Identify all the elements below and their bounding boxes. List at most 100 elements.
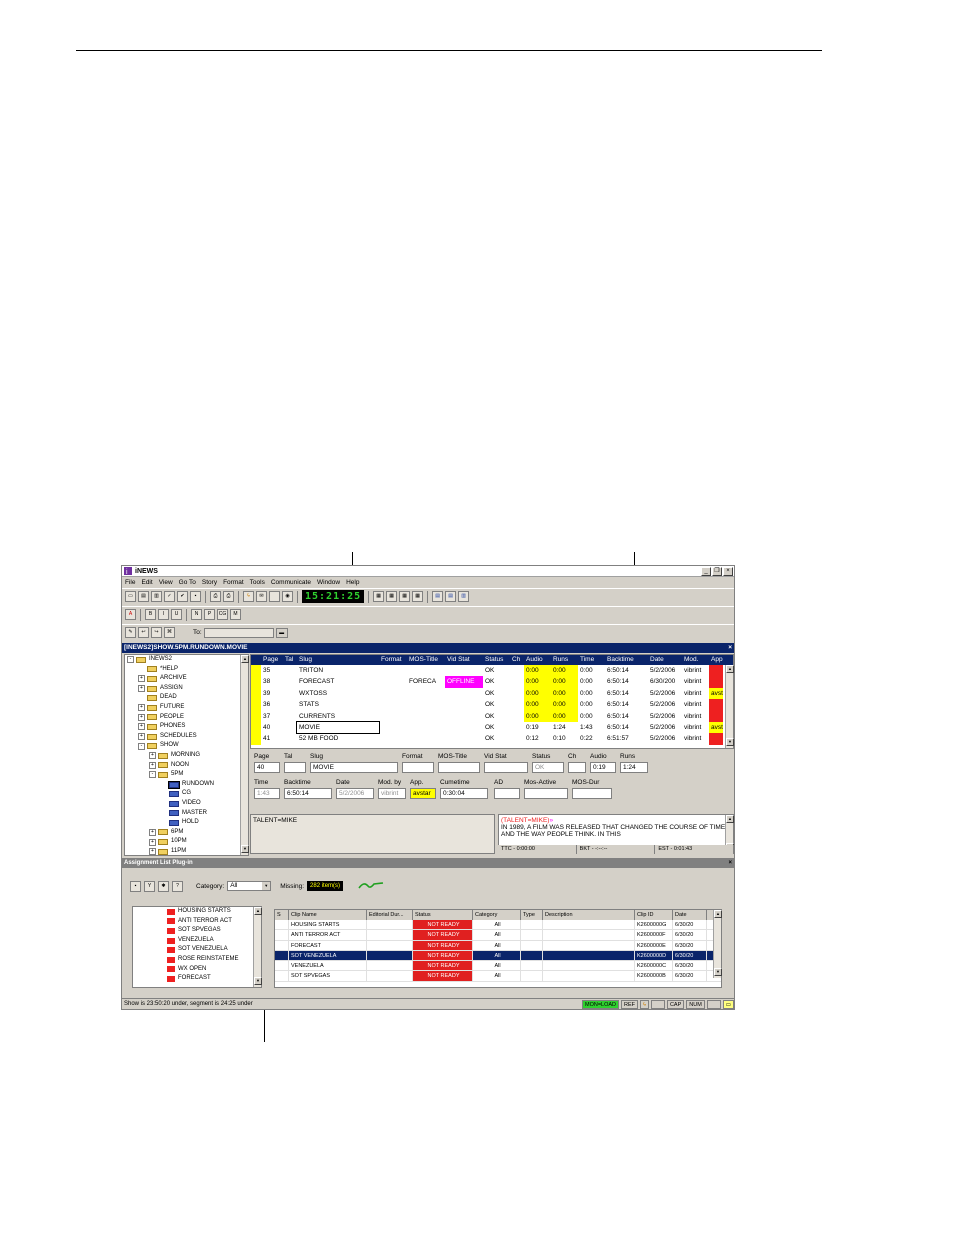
layout-1-icon[interactable]: ▦: [373, 591, 385, 602]
menu-item-story[interactable]: Story: [202, 579, 217, 586]
rundown-row[interactable]: 35 TRITON OK 0:00 0:00 0:00 6:50:14 5/2/2006 vib…: [251, 665, 733, 677]
layout-3-icon[interactable]: ▦: [399, 591, 411, 602]
clip-column-description[interactable]: Description: [543, 910, 635, 920]
collapse-icon[interactable]: -: [149, 771, 156, 779]
new-queue-icon[interactable]: ▭: [125, 591, 136, 602]
tree-item[interactable]: + ASSIGN: [125, 684, 248, 694]
note-icon[interactable]: ▭: [722, 999, 734, 1009]
column-header-date[interactable]: Date: [648, 655, 682, 665]
tree-item[interactable]: +11PM: [125, 847, 248, 855]
view-3-icon[interactable]: ▥: [458, 591, 470, 602]
form-field-audio[interactable]: 0:19: [590, 762, 616, 773]
tree-item[interactable]: *HELP: [125, 665, 248, 675]
clip-row[interactable]: SOT SPVEGAS NOT READY All K2600000B 6/30/20: [275, 971, 721, 982]
save-icon[interactable]: ▪: [130, 880, 141, 892]
form-field-cumetime[interactable]: 0:30:04: [440, 788, 488, 799]
column-header-app[interactable]: App: [709, 655, 723, 665]
font-color-icon[interactable]: A: [125, 609, 136, 620]
rundown-row[interactable]: 39 WXTOSS OK 0:00 0:00 0:00 6:50:14 5/2/2006 vib…: [251, 687, 733, 700]
column-header-format[interactable]: Format: [379, 655, 407, 665]
expand-icon[interactable]: +: [149, 761, 156, 769]
expand-icon[interactable]: +: [149, 752, 156, 760]
rundown-row[interactable]: 37 CURRENTS OK 0:00 0:00 0:00 6:50:14 5/2/2006 v…: [251, 710, 733, 722]
reply-icon[interactable]: ↩: [138, 627, 149, 638]
menu-item-view[interactable]: View: [159, 579, 173, 586]
clip-row[interactable]: FORECAST NOT READY All K2600000E 6/30/20: [275, 940, 721, 951]
tree-item[interactable]: +6PM: [125, 828, 248, 838]
category-select[interactable]: All ▼: [227, 881, 272, 891]
presenter-mode-icon[interactable]: P: [204, 609, 215, 620]
close-icon[interactable]: ×: [728, 643, 732, 653]
clip-column-editorial-dur-[interactable]: Editorial Dur...: [367, 910, 413, 920]
mark-icon[interactable]: ✓: [164, 591, 175, 602]
column-header-vid-stat[interactable]: Vid Stat: [445, 655, 483, 665]
clip-row[interactable]: ANTI TERROR ACT NOT READY All K2600000F 6/30…: [275, 930, 721, 941]
tree-item[interactable]: + NOON: [125, 761, 248, 771]
tree-item[interactable]: - SHOW: [125, 741, 248, 751]
scroll-down-icon[interactable]: ▼: [254, 977, 262, 985]
form-field-format[interactable]: [402, 762, 434, 773]
expand-icon[interactable]: +: [138, 723, 145, 731]
underline-icon[interactable]: U: [171, 609, 182, 620]
menu-item-go-to[interactable]: Go To: [179, 579, 196, 586]
collapse-icon[interactable]: -: [127, 656, 134, 664]
help-icon[interactable]: ?: [172, 880, 183, 892]
view-1-icon[interactable]: ▤: [432, 591, 444, 602]
form-field-page[interactable]: 40: [254, 762, 280, 773]
close-button[interactable]: ×: [723, 567, 733, 576]
tree-item[interactable]: MASTER: [125, 809, 248, 819]
column-header-mod-[interactable]: Mod.: [682, 655, 709, 665]
globe-icon[interactable]: ◉: [282, 591, 293, 602]
tree-item[interactable]: - 5PM: [125, 770, 248, 780]
tree-item[interactable]: CG: [125, 789, 248, 799]
menu-item-window[interactable]: Window: [317, 579, 340, 586]
italic-icon[interactable]: I: [158, 609, 169, 620]
send-button[interactable]: ▬: [275, 627, 288, 638]
compose-icon[interactable]: ✎: [125, 627, 136, 638]
form-field-mod-by[interactable]: vibrint: [378, 788, 406, 799]
clip-row[interactable]: VENEZUELA NOT READY All K2600000C 6/30/20: [275, 961, 721, 972]
rundown-row[interactable]: 41 52 MB FOOD OK 0:12 0:10 0:22 6:51:57 5/2/200…: [251, 733, 733, 745]
form-field-mos-title[interactable]: [438, 762, 480, 773]
open-icon[interactable]: ▥: [151, 591, 162, 602]
clip-column-type[interactable]: Type: [521, 910, 543, 920]
rundown-scrollbar[interactable]: ▲ ▼: [725, 665, 734, 748]
column-header-ch[interactable]: Ch: [510, 655, 524, 665]
form-field-tal[interactable]: [284, 762, 306, 773]
form-field-time[interactable]: 1:43: [254, 788, 280, 799]
scroll-down-icon[interactable]: ▼: [714, 968, 722, 976]
column-header-audio[interactable]: Audio: [524, 655, 551, 665]
tree-item[interactable]: RUNDOWN: [125, 780, 248, 790]
forward-icon[interactable]: ↪: [151, 627, 162, 638]
check-icon[interactable]: ✔: [177, 591, 188, 602]
form-field-app-[interactable]: avstar: [410, 788, 436, 799]
scroll-up-icon[interactable]: ▲: [726, 665, 734, 673]
clip-column-s[interactable]: S: [275, 910, 289, 920]
assignment-item[interactable]: VENEZUELA: [133, 936, 261, 946]
view-2-icon[interactable]: ▤: [445, 591, 457, 602]
bold-icon[interactable]: B: [145, 609, 156, 620]
clip-column-category[interactable]: Category: [473, 910, 521, 920]
expand-icon[interactable]: +: [138, 685, 145, 693]
filter-icon[interactable]: Y: [144, 880, 155, 892]
assignment-tree-scrollbar[interactable]: ▲ ▼: [253, 907, 262, 987]
form-field-ad[interactable]: [494, 788, 520, 799]
form-field-status[interactable]: OK: [532, 762, 564, 773]
scroll-up-icon[interactable]: ▲: [241, 655, 249, 663]
tree-item[interactable]: + PEOPLE: [125, 713, 248, 723]
layout-4-icon[interactable]: ▦: [412, 591, 424, 602]
scroll-down-icon[interactable]: ▼: [726, 738, 734, 746]
tree-item[interactable]: + SCHEDULES: [125, 732, 248, 742]
assignment-item[interactable]: ANTI TERROR ACT: [133, 917, 261, 927]
assignment-item[interactable]: ROSE REINSTATEME: [133, 955, 261, 965]
print-icon[interactable]: ⎙: [210, 591, 221, 602]
scroll-up-icon[interactable]: ▲: [714, 910, 722, 918]
attach-icon[interactable]: ⌘: [164, 627, 175, 638]
column-header-tal[interactable]: Tal: [283, 655, 297, 665]
form-field-mos-dur[interactable]: [572, 788, 612, 799]
clip-row[interactable]: HOUSING STARTS NOT READY All K2600000G 6/30/…: [275, 920, 721, 931]
save-icon[interactable]: ▪: [190, 591, 201, 602]
clip-scrollbar[interactable]: ▲ ▼: [713, 910, 722, 978]
scroll-up-icon[interactable]: ▲: [726, 815, 734, 823]
tree-item[interactable]: - INEWS2: [125, 655, 248, 665]
